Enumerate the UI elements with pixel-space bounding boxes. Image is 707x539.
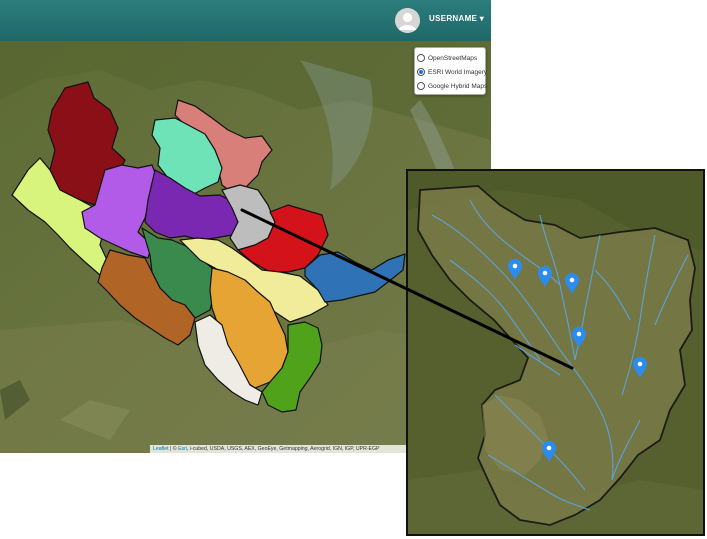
attribution-separator: | © bbox=[168, 446, 179, 452]
inset-satellite-view bbox=[408, 171, 703, 534]
leaflet-link[interactable]: Leaflet bbox=[153, 446, 169, 452]
layer-control: OpenStreetMaps ESRI World Imagery Google… bbox=[414, 47, 487, 95]
layer-option-openstreetmaps[interactable]: OpenStreetMaps bbox=[417, 51, 483, 65]
top-navbar: USERNAME ▾ bbox=[0, 0, 491, 41]
radio-button[interactable] bbox=[417, 68, 425, 76]
username-label: USERNAME bbox=[429, 14, 478, 23]
radio-button[interactable] bbox=[417, 82, 425, 90]
layer-label: OpenStreetMaps bbox=[428, 54, 478, 62]
attribution-text: , i-cubed, USDA, USGS, AEX, GeoEye, Getm… bbox=[187, 446, 380, 452]
layer-label: ESRI World Imagery bbox=[428, 68, 488, 76]
layer-option-google-hybrid-maps[interactable]: Google Hybrid Maps bbox=[417, 79, 487, 93]
username-dropdown[interactable]: USERNAME ▾ bbox=[429, 14, 484, 23]
user-avatar-icon[interactable] bbox=[395, 8, 420, 33]
caret-down-icon: ▾ bbox=[479, 14, 485, 23]
layer-label: Google Hybrid Maps bbox=[428, 82, 488, 90]
zoomed-inset-map[interactable] bbox=[406, 169, 705, 536]
layer-option-esri-world-imagery[interactable]: ESRI World Imagery bbox=[417, 65, 487, 79]
esri-link[interactable]: Esri bbox=[178, 446, 187, 452]
radio-button[interactable] bbox=[417, 54, 425, 62]
